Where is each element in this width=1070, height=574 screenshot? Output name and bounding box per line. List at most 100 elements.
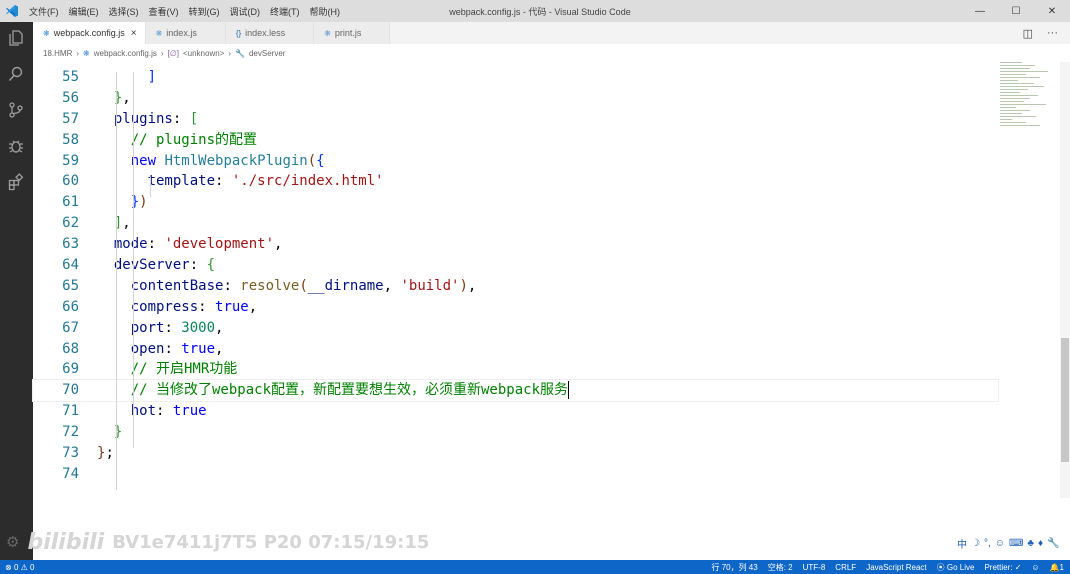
split-editor-icon[interactable]: ◫: [1023, 27, 1033, 40]
code-line[interactable]: 69 // 开启HMR功能: [33, 359, 998, 380]
minimize-button[interactable]: —: [962, 0, 998, 22]
cursor-position[interactable]: 行 70，列 43: [711, 562, 757, 573]
menu-item[interactable]: 文件(F): [24, 5, 64, 18]
text-cursor: [568, 381, 570, 400]
code-line[interactable]: 62 ],: [33, 213, 998, 234]
punctuation-icon[interactable]: °,: [984, 538, 991, 549]
skin-icon[interactable]: ♦: [1038, 538, 1043, 549]
title-bar: 文件(F) 编辑(E) 选择(S) 查看(V) 转到(G) 调试(D) 终端(T) 帮助(H)…: [0, 0, 1070, 22]
emoji-icon[interactable]: ☺: [995, 538, 1005, 549]
notifications-button[interactable]: 🔔1: [1050, 563, 1064, 572]
breadcrumb-item[interactable]: <unknown>: [183, 49, 224, 58]
error-icon: ⊗: [5, 562, 12, 572]
code-line[interactable]: 59 new HtmlWebpackPlugin({: [33, 151, 998, 172]
code-line[interactable]: 71 hot: true: [33, 401, 998, 422]
feedback-icon[interactable]: ☺: [1031, 563, 1039, 572]
menu-item[interactable]: 调试(D): [225, 5, 266, 18]
code-token: ,: [383, 277, 401, 294]
tab-label: print.js: [334, 28, 362, 38]
close-icon[interactable]: ×: [131, 28, 137, 39]
ime-chinese-icon[interactable]: 中: [957, 536, 967, 551]
end-of-line[interactable]: CRLF: [835, 563, 856, 572]
code-line[interactable]: 56 },: [33, 88, 998, 109]
code-token: :: [215, 173, 232, 190]
breadcrumb-item[interactable]: 18.HMR: [43, 49, 72, 58]
code-line[interactable]: 68 open: true,: [33, 339, 998, 360]
code-line[interactable]: 74: [33, 464, 998, 485]
scrollbar-thumb[interactable]: [1061, 338, 1069, 462]
problems-indicator[interactable]: ⊗ 0 ⚠ 0: [5, 563, 34, 572]
indent-guide: [133, 72, 134, 449]
menu-item[interactable]: 终端(T): [265, 5, 305, 18]
code-line[interactable]: 65 contentBase: resolve(__dirname, 'buil…: [33, 276, 998, 297]
menu-item[interactable]: 选择(S): [104, 5, 144, 18]
code-line[interactable]: 67 port: 3000,: [33, 318, 998, 339]
webpack-file-icon: ❋: [83, 48, 90, 58]
code-token: contentBase: [130, 277, 224, 294]
wrench-icon[interactable]: 🔧: [1047, 538, 1059, 549]
code-line[interactable]: 60 template: './src/index.html': [33, 171, 998, 192]
code-line[interactable]: 57 plugins: [: [33, 109, 998, 130]
code-line[interactable]: 58 // plugins的配置: [33, 130, 998, 151]
keyboard-icon[interactable]: ⌨: [1009, 538, 1023, 549]
debug-icon[interactable]: [4, 134, 28, 158]
menu-item[interactable]: 帮助(H): [305, 5, 346, 18]
code-line[interactable]: 61 }): [33, 192, 998, 213]
menu-item[interactable]: 查看(V): [144, 5, 184, 18]
code-line[interactable]: 70 // 当修改了webpack配置，新配置要想生效，必须重新webpack服…: [32, 379, 999, 403]
tab-webpack-config-js[interactable]: ❋ webpack.config.js ×: [33, 22, 146, 44]
code-line[interactable]: 55 ]: [33, 67, 998, 88]
go-live-button[interactable]: ⦿ Go Live: [937, 562, 975, 573]
tab-index-js[interactable]: ❋ index.js: [145, 22, 226, 44]
menu-item[interactable]: 转到(G): [184, 5, 225, 18]
line-text: ],: [97, 213, 131, 234]
breadcrumb-item[interactable]: devServer: [249, 49, 285, 58]
vertical-scrollbar[interactable]: [1060, 62, 1070, 498]
more-actions-icon[interactable]: ···: [1047, 27, 1058, 39]
minimap-line: [1000, 80, 1018, 81]
source-control-icon[interactable]: [4, 98, 28, 122]
tab-print-js[interactable]: ❋ print.js: [314, 22, 391, 44]
maximize-button[interactable]: ☐: [998, 0, 1034, 22]
prettier-status[interactable]: Prettier: ✓: [984, 563, 1021, 572]
menu-item[interactable]: 编辑(E): [64, 5, 104, 18]
code-editor[interactable]: 55 ] 56 }, 57 plugins: [58 // plugins的配置 59…: [32, 62, 1060, 498]
code-token: ;: [105, 445, 114, 462]
clothes-icon[interactable]: ♣: [1027, 538, 1034, 549]
moon-icon[interactable]: ☽: [971, 538, 980, 549]
close-button[interactable]: ✕: [1034, 0, 1070, 22]
tab-index-less[interactable]: {} index.less: [225, 22, 315, 44]
minimap[interactable]: [1000, 62, 1060, 142]
line-number: 74: [62, 465, 79, 482]
minimap-line: [1000, 113, 1022, 114]
code-line[interactable]: 64 devServer: {: [33, 255, 998, 276]
code-line[interactable]: 66 compress: true,: [33, 297, 998, 318]
search-icon[interactable]: [4, 62, 28, 86]
indentation[interactable]: 空格: 2: [768, 562, 793, 573]
breadcrumb-item[interactable]: webpack.config.js: [94, 49, 157, 58]
code-lines[interactable]: 55 ] 56 }, 57 plugins: [58 // plugins的配置 59…: [32, 67, 999, 490]
code-token: __dirname: [307, 277, 384, 294]
code-line[interactable]: 72 }: [33, 422, 998, 443]
line-text: new HtmlWebpackPlugin({: [97, 151, 325, 172]
code-token: // 当修改了webpack配置，新配置要想生效，必须重新webpack服务: [130, 382, 569, 399]
code-line[interactable]: 73};: [33, 443, 998, 464]
minimap-line: [1000, 74, 1026, 75]
code-line[interactable]: 63 mode: 'development',: [33, 234, 998, 255]
code-token: // plugins的配置: [130, 131, 258, 148]
minimap-line: [1000, 95, 1038, 96]
warning-icon: ⚠: [20, 562, 28, 572]
gear-icon[interactable]: ⚙: [6, 533, 19, 551]
explorer-icon[interactable]: [4, 26, 28, 50]
code-token: {: [206, 257, 216, 274]
line-text: // 开启HMR功能: [97, 359, 238, 380]
encoding[interactable]: UTF-8: [803, 563, 826, 572]
language-mode[interactable]: JavaScript React: [866, 563, 926, 572]
code-token: true: [181, 340, 216, 357]
line-text: ]: [97, 67, 156, 88]
extensions-icon[interactable]: [4, 170, 28, 194]
chevron-right-icon: ›: [228, 48, 232, 58]
